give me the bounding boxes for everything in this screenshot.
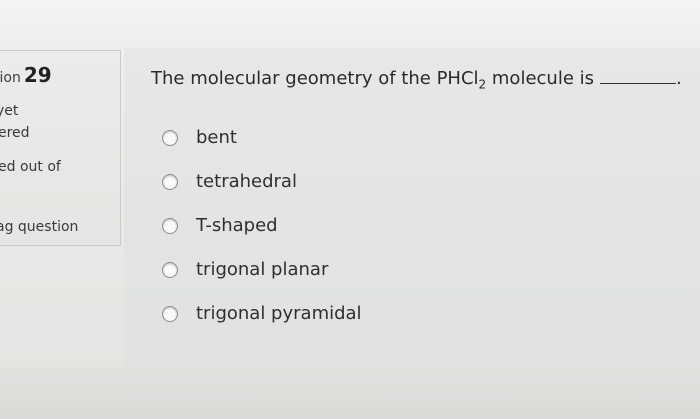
question-end-mark: .: [676, 68, 682, 89]
option-bent[interactable]: bent: [162, 127, 237, 148]
question-label: tion: [0, 70, 21, 86]
option-t-shaped[interactable]: T-shaped: [162, 215, 278, 236]
option-label: tetrahedral: [196, 171, 297, 192]
radio-button[interactable]: [162, 261, 178, 278]
answer-blank: [600, 69, 676, 84]
option-label: bent: [196, 127, 237, 148]
question-text: The molecular geometry of the PHCl2 mole…: [151, 68, 682, 92]
top-strip: [0, 0, 700, 50]
status-line-1: yet: [0, 103, 19, 119]
option-label: trigonal pyramidal: [196, 303, 362, 324]
option-label: trigonal planar: [196, 259, 329, 280]
question-text-after: molecule is: [486, 68, 594, 89]
bottom-area: [0, 368, 700, 419]
question-number-value: 29: [23, 63, 52, 87]
option-label: T-shaped: [196, 215, 278, 236]
radio-button[interactable]: [162, 305, 178, 322]
status-line-2: ered: [0, 125, 30, 141]
radio-button[interactable]: [162, 129, 178, 146]
radio-button[interactable]: [162, 173, 178, 190]
flag-question-link[interactable]: ag question: [0, 219, 78, 235]
question-text-before: The molecular geometry of the PHCl: [151, 68, 479, 89]
marks-text: ed out of: [0, 159, 61, 175]
question-info-panel: tion29 yet ered ed out of ag question: [0, 50, 121, 246]
question-number: tion29: [0, 63, 52, 87]
option-trigonal-pyramidal[interactable]: trigonal pyramidal: [162, 303, 362, 324]
radio-button[interactable]: [162, 217, 178, 234]
option-trigonal-planar[interactable]: trigonal planar: [162, 259, 328, 280]
option-tetrahedral[interactable]: tetrahedral: [162, 171, 297, 192]
